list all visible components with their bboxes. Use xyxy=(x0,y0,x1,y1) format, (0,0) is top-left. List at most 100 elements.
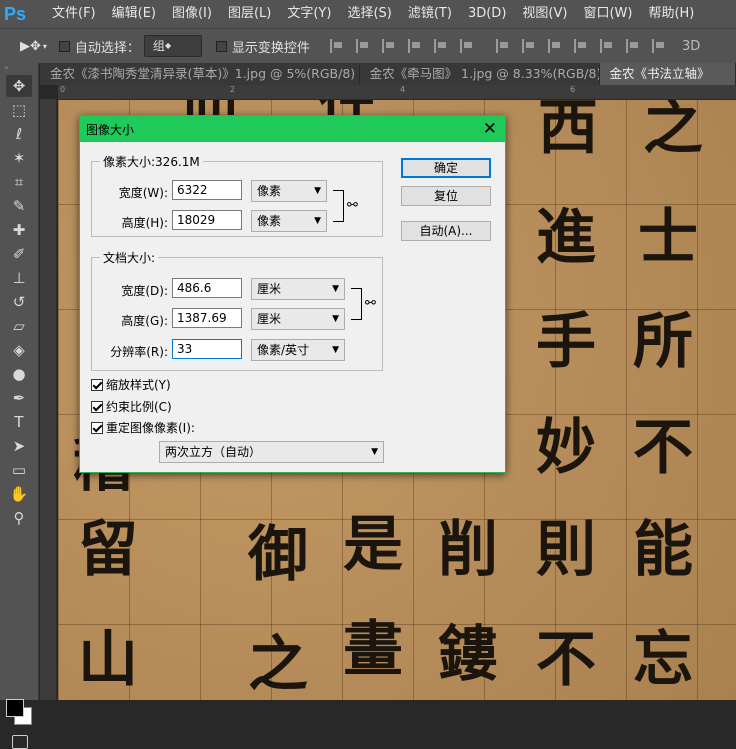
calligraphy-glyph: 妙 xyxy=(536,413,596,483)
resolution-unit-dropdown[interactable]: 像素/英寸 ▼ xyxy=(251,339,345,361)
image-size-dialog: 图像大小 ✕ 像素大小:326.1M 宽度(W): 6322 像素 ▼ 高度(H)… xyxy=(79,115,506,473)
menu-edit[interactable]: 编辑(E) xyxy=(104,0,164,28)
pixel-width-input[interactable]: 6322 xyxy=(172,180,242,200)
calligraphy-glyph: 御 xyxy=(248,520,308,590)
eyedropper-tool-icon[interactable]: ✎ xyxy=(6,195,32,217)
panel-collapse-icon[interactable]: » xyxy=(0,63,38,73)
pen-tool-icon[interactable]: ✒ xyxy=(6,387,32,409)
align-bottom-icon[interactable] xyxy=(381,39,396,53)
foreground-color-swatch[interactable] xyxy=(6,699,24,717)
menu-view[interactable]: 视图(V) xyxy=(514,0,575,28)
distribute-right-icon[interactable] xyxy=(625,39,640,53)
healing-brush-tool-icon[interactable]: ✚ xyxy=(6,219,32,241)
dodge-tool-icon[interactable]: ● xyxy=(6,363,32,385)
brush-tool-icon[interactable]: ✐ xyxy=(6,243,32,265)
pixel-height-label: 高度(H): xyxy=(121,216,168,230)
align-buttons xyxy=(324,39,672,53)
calligraphy-glyph: 西 xyxy=(538,100,598,163)
photoshop-logo-icon: Ps xyxy=(4,4,27,24)
zoom-tool-icon[interactable]: ⚲ xyxy=(6,507,32,529)
distribute-top-icon[interactable] xyxy=(495,39,510,53)
ruler-label: 2 xyxy=(230,85,236,94)
menu-select[interactable]: 选择(S) xyxy=(339,0,399,28)
magic-wand-tool-icon[interactable]: ✶ xyxy=(6,147,32,169)
history-brush-tool-icon[interactable]: ↺ xyxy=(6,291,32,313)
calligraphy-glyph: 削 xyxy=(438,515,498,585)
crop-tool-icon[interactable]: ⌗ xyxy=(6,171,32,193)
pixel-width-unit: 像素 xyxy=(257,184,282,198)
align-left-icon[interactable] xyxy=(407,39,422,53)
pixel-width-unit-dropdown[interactable]: 像素 ▼ xyxy=(251,180,327,202)
calligraphy-glyph: 所 xyxy=(633,307,693,377)
quick-mask-icon[interactable] xyxy=(12,735,28,749)
menu-filter[interactable]: 滤镜(T) xyxy=(400,0,460,28)
menu-image[interactable]: 图像(I) xyxy=(164,0,220,28)
align-top-icon[interactable] xyxy=(329,39,344,53)
pixel-dimensions-legend: 像素大小:326.1M xyxy=(103,155,200,169)
tab-document-1[interactable]: 金农《漆书陶秀堂清异录(草本)》1.jpg @ 5%(RGB/8)× xyxy=(40,63,360,85)
clone-stamp-tool-icon[interactable]: ⊥ xyxy=(6,267,32,289)
menu-help[interactable]: 帮助(H) xyxy=(640,0,702,28)
doc-width-unit-dropdown[interactable]: 厘米 ▼ xyxy=(251,278,345,300)
move-tool-icon[interactable]: ✥ xyxy=(6,75,32,97)
checkbox-checked-icon xyxy=(91,400,103,413)
tab-document-2[interactable]: 金农《牵马图》 1.jpg @ 8.33%(RGB/8)× xyxy=(360,63,600,85)
rectangle-tool-icon[interactable]: ▭ xyxy=(6,459,32,481)
calligraphy-glyph: 之 xyxy=(248,630,308,700)
reset-button[interactable]: 复位 xyxy=(401,186,491,206)
chain-bracket xyxy=(333,190,344,222)
menu-file[interactable]: 文件(F) xyxy=(44,0,104,28)
options-bar: ▶✥ ▾ 自动选择： 组 ◆ 显示变换控件 3D xyxy=(0,28,736,64)
distribute-vcenter-icon[interactable] xyxy=(521,39,536,53)
constrain-proportions-label: 约束比例(C) xyxy=(106,400,172,414)
doc-height-unit: 厘米 xyxy=(257,312,282,326)
distribute-left-icon[interactable] xyxy=(573,39,588,53)
move-tool-preset-icon[interactable]: ▶✥ ▾ xyxy=(20,39,47,54)
doc-width-input[interactable]: 486.6 xyxy=(172,278,242,298)
auto-button[interactable]: 自动(A)... xyxy=(401,221,491,241)
constrain-proportions-checkbox[interactable]: 约束比例(C) xyxy=(91,398,172,415)
show-transform-checkbox[interactable]: 显示变换控件 xyxy=(215,37,310,56)
calligraphy-glyph: 留 xyxy=(78,515,138,585)
menu-3d[interactable]: 3D(D) xyxy=(460,0,514,28)
paint-bucket-tool-icon[interactable]: ◈ xyxy=(6,339,32,361)
distribute-bottom-icon[interactable] xyxy=(547,39,562,53)
distribute-hcenter-icon[interactable] xyxy=(599,39,614,53)
doc-height-unit-dropdown[interactable]: 厘米 ▼ xyxy=(251,308,345,330)
3d-mode-label[interactable]: 3D xyxy=(682,39,700,54)
path-select-tool-icon[interactable]: ➤ xyxy=(6,435,32,457)
ruler-label: 0 xyxy=(60,85,66,94)
menu-window[interactable]: 窗口(W) xyxy=(575,0,640,28)
menu-layer[interactable]: 图层(L) xyxy=(220,0,279,28)
close-icon[interactable]: ✕ xyxy=(483,119,497,139)
type-tool-icon[interactable]: T xyxy=(6,411,32,433)
doc-width-label: 宽度(D): xyxy=(121,284,168,298)
dialog-title-bar[interactable]: 图像大小 xyxy=(80,116,505,142)
pixel-height-input[interactable]: 18029 xyxy=(172,210,242,230)
hand-tool-icon[interactable]: ✋ xyxy=(6,483,32,505)
resolution-input[interactable]: 33 xyxy=(172,339,242,359)
link-icon: ⚯ xyxy=(365,296,376,311)
menu-bar: Ps 文件(F) 编辑(E) 图像(I) 图层(L) 文字(Y) 选择(S) 滤… xyxy=(0,0,736,28)
auto-align-icon[interactable] xyxy=(651,39,666,53)
chain-bracket xyxy=(351,288,362,320)
align-right-icon[interactable] xyxy=(459,39,474,53)
scale-styles-checkbox[interactable]: 缩放样式(Y) xyxy=(91,376,171,393)
doc-height-input[interactable]: 1387.69 xyxy=(172,308,242,328)
align-vcenter-icon[interactable] xyxy=(355,39,370,53)
tab-document-3[interactable]: 金农《书法立轴》 xyxy=(599,63,736,85)
pixel-height-unit: 像素 xyxy=(257,214,282,228)
align-hcenter-icon[interactable] xyxy=(433,39,448,53)
resample-method-dropdown[interactable]: 两次立方（自动） ▼ xyxy=(159,441,384,463)
pixel-height-unit-dropdown[interactable]: 像素 ▼ xyxy=(251,210,327,232)
menu-type[interactable]: 文字(Y) xyxy=(279,0,339,28)
lasso-tool-icon[interactable]: ℓ xyxy=(6,123,32,145)
marquee-tool-icon[interactable]: ⬚ xyxy=(6,99,32,121)
resolution-label: 分辨率(R): xyxy=(110,345,168,359)
auto-select-checkbox[interactable]: 自动选择： xyxy=(58,37,140,56)
ok-button[interactable]: 确定 xyxy=(401,158,491,178)
auto-select-dropdown[interactable]: 组 ◆ xyxy=(143,35,202,57)
auto-select-label: 自动选择： xyxy=(74,40,140,56)
eraser-tool-icon[interactable]: ▱ xyxy=(6,315,32,337)
resample-checkbox[interactable]: 重定图像像素(I): xyxy=(91,419,195,436)
